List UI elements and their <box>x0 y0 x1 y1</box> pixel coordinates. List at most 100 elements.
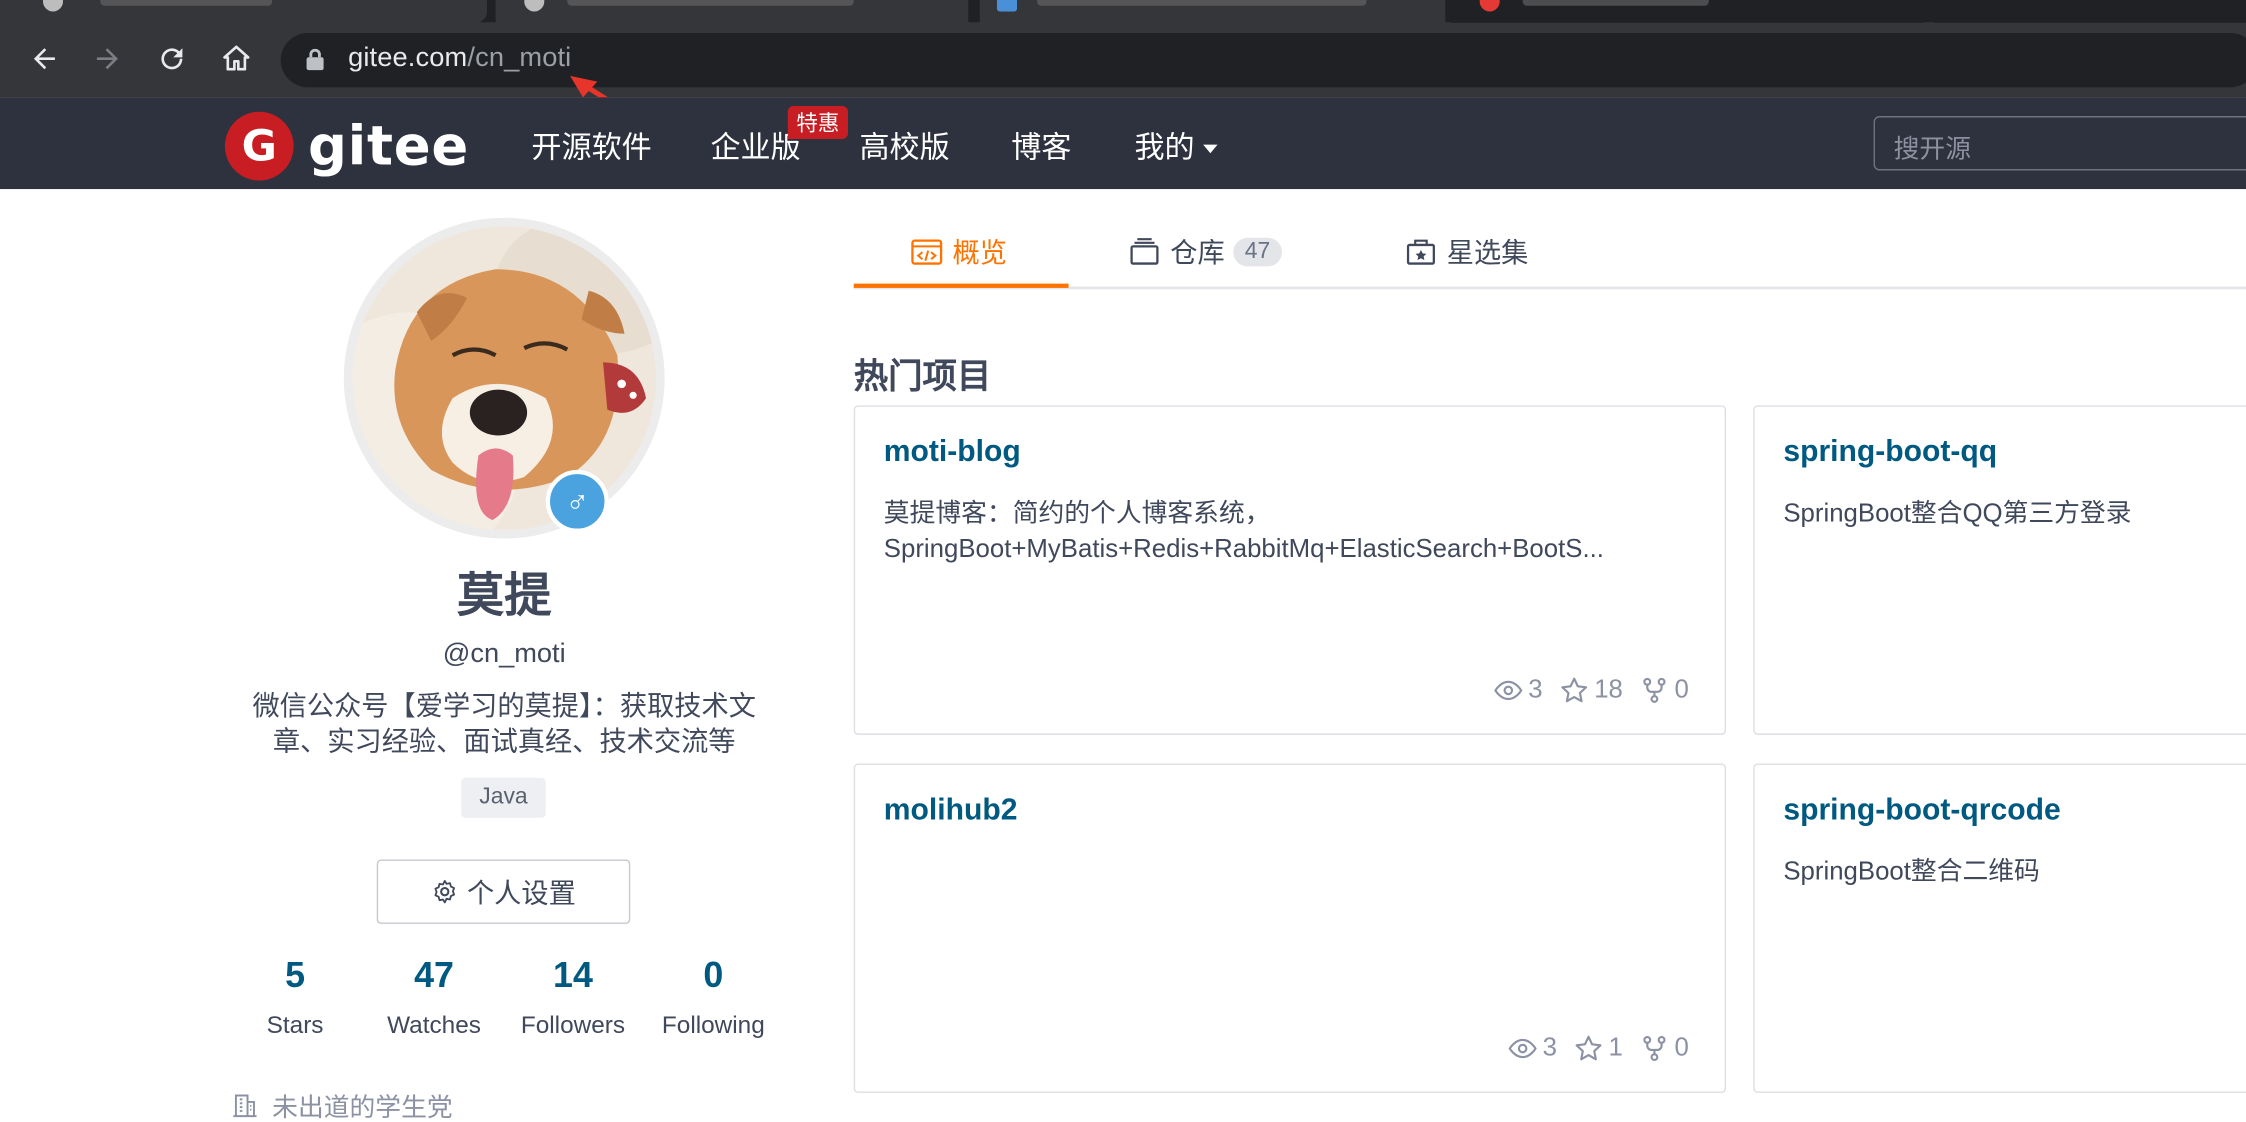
personal-settings-label: 个人设置 <box>466 879 576 910</box>
stat-stars[interactable]: 5 Stars <box>223 955 366 1040</box>
stat-label: Stars <box>266 1011 324 1039</box>
stat-followers[interactable]: 14 Followers <box>501 955 644 1040</box>
stat-following[interactable]: 0 Following <box>642 955 785 1040</box>
tab-overview[interactable]: 概览 <box>911 232 1007 271</box>
eye-icon <box>1508 1038 1537 1058</box>
fork-count-value: 0 <box>1674 1032 1689 1062</box>
watch-count-value: 3 <box>1528 674 1543 704</box>
tab-favicon-icon <box>996 0 1018 12</box>
tab-starred-collections-label: 星选集 <box>1446 239 1529 270</box>
fork-count[interactable]: 0 <box>1640 675 1689 705</box>
stat-label: Following <box>661 1011 765 1039</box>
project-stats: 3 1 0 <box>1491 1033 1689 1063</box>
tab-title <box>1522 0 1709 6</box>
stat-value: 14 <box>553 955 593 996</box>
nav-open-source[interactable]: 开源软件 <box>531 125 651 168</box>
project-card[interactable]: spring-boot-qq SpringBoot整合QQ第三方登录 <box>1753 405 2246 735</box>
project-description: SpringBoot整合QQ第三方登录 <box>1783 496 2246 532</box>
star-count-value: 1 <box>1608 1032 1623 1062</box>
project-description-line: 莫提博客：简约的个人博客系统， <box>883 498 1271 528</box>
nav-blog[interactable]: 博客 <box>1011 125 1071 168</box>
avatar-image <box>352 226 657 530</box>
gender-male-icon: ♂ <box>545 469 609 533</box>
eye-icon <box>1494 680 1523 700</box>
stat-watches[interactable]: 47 Watches <box>362 955 505 1040</box>
chevron-down-icon <box>1203 145 1218 154</box>
project-card[interactable]: moti-blog 莫提博客：简约的个人博客系统， SpringBoot+MyB… <box>853 405 1727 735</box>
tab-strip-spacer <box>1933 0 2246 23</box>
star-count-value: 18 <box>1594 674 1623 704</box>
tab-favicon-icon <box>524 0 545 12</box>
browser-tab-active[interactable] <box>1451 0 1924 23</box>
fork-count-value: 0 <box>1674 674 1689 704</box>
lock-icon <box>306 48 324 71</box>
project-name-link[interactable]: moti-blog <box>884 435 1021 469</box>
gitee-logo[interactable]: G gitee <box>224 111 470 181</box>
tab-favicon-icon <box>1479 0 1500 12</box>
tab-favicon-icon <box>42 0 64 12</box>
url-domain: gitee.com <box>348 42 468 74</box>
project-stats: 3 18 0 <box>1477 675 1689 705</box>
watch-count-value: 3 <box>1542 1032 1557 1062</box>
star-count[interactable]: 1 <box>1574 1033 1623 1063</box>
tab-title <box>1037 0 1367 6</box>
url-text: gitee.com/cn_moti <box>348 43 571 75</box>
nav-mine[interactable]: 我的 <box>1134 125 1218 168</box>
stat-value: 0 <box>703 955 724 996</box>
tab-overview-label: 概览 <box>952 239 1007 270</box>
browser-tab[interactable] <box>495 0 969 23</box>
reload-icon[interactable] <box>150 37 193 80</box>
project-name-link[interactable]: molihub2 <box>884 794 1018 828</box>
project-description: 莫提博客：简约的个人博客系统， SpringBoot+MyBatis+Redis… <box>884 496 1695 568</box>
stat-label: Followers <box>520 1011 626 1039</box>
tab-title <box>100 0 273 6</box>
gitee-logo-icon: G <box>224 111 294 181</box>
gitee-logo-text: gitee <box>307 114 470 178</box>
avatar[interactable] <box>352 226 657 530</box>
active-tab-indicator <box>853 283 1069 288</box>
browser-tab[interactable] <box>979 0 1446 23</box>
repository-icon <box>1130 237 1159 264</box>
site-header: G gitee 开源软件 企业版 特惠 高校版 博客 我的 搜开源 <box>0 97 2246 190</box>
star-count[interactable]: 18 <box>1560 675 1623 705</box>
tab-starred-collections[interactable]: 星选集 <box>1405 232 1528 271</box>
home-icon[interactable] <box>215 37 258 80</box>
browser-tab[interactable] <box>0 0 488 23</box>
personal-settings-button[interactable]: 个人设置 <box>376 859 631 924</box>
organization-name: 未出道的学生党 <box>272 1092 453 1119</box>
organization-info: 未出道的学生党 <box>232 1087 453 1119</box>
popular-projects-heading: 热门项目 <box>853 358 992 397</box>
nav-mine-label: 我的 <box>1134 131 1195 165</box>
browser-tab-strip <box>0 0 2246 23</box>
stat-value: 47 <box>414 955 454 996</box>
fork-icon <box>1643 677 1666 703</box>
star-icon <box>1561 676 1588 702</box>
search-placeholder: 搜开源 <box>1893 134 1971 164</box>
forward-icon[interactable] <box>86 37 129 80</box>
back-icon[interactable] <box>23 37 66 80</box>
profile-tabs: 概览 仓库 47 星选集 <box>853 215 2246 290</box>
tab-repositories-label: 仓库 <box>1170 239 1225 270</box>
fork-count[interactable]: 0 <box>1640 1033 1689 1063</box>
special-offer-badge: 特惠 <box>787 105 849 139</box>
fork-icon <box>1643 1035 1666 1061</box>
star-icon <box>1575 1034 1602 1060</box>
tab-repositories[interactable]: 仓库 47 <box>1129 232 1282 271</box>
repository-count-badge: 47 <box>1233 237 1282 266</box>
nav-university[interactable]: 高校版 <box>859 125 949 168</box>
browser-toolbar: gitee.com/cn_moti <box>0 22 2246 98</box>
project-name-link[interactable]: spring-boot-qq <box>1783 435 1997 469</box>
project-description: SpringBoot整合二维码 <box>1783 854 2246 890</box>
project-card[interactable]: molihub2 3 1 0 <box>853 763 1727 1093</box>
project-description-line: SpringBoot整合QQ第三方登录 <box>1783 498 2132 528</box>
search-input[interactable]: 搜开源 <box>1873 116 2246 171</box>
stat-label: Watches <box>387 1011 481 1039</box>
project-card[interactable]: spring-boot-qrcode SpringBoot整合二维码 <box>1753 763 2246 1093</box>
watch-count[interactable]: 3 <box>1494 675 1543 705</box>
project-name-link[interactable]: spring-boot-qrcode <box>1783 794 2060 828</box>
watch-count[interactable]: 3 <box>1508 1033 1557 1063</box>
collection-icon <box>1406 238 1435 264</box>
skill-tag[interactable]: Java <box>461 777 546 818</box>
tab-title <box>567 0 854 6</box>
gear-icon <box>434 879 455 904</box>
